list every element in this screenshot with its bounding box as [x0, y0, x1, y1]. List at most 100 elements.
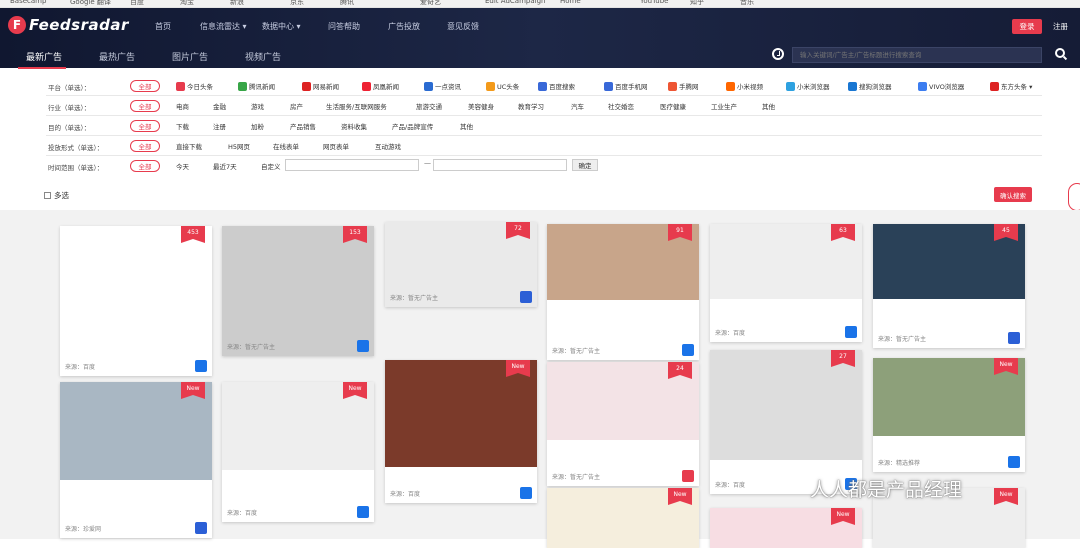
confirm-search-button[interactable]: 确认搜索	[994, 187, 1032, 202]
tab-item[interactable]: 最热广告	[99, 50, 135, 63]
clock-icon[interactable]	[772, 48, 784, 60]
filter-option[interactable]: 加粉	[251, 121, 264, 131]
filter-option[interactable]: 直接下载	[176, 141, 202, 151]
checkbox-icon[interactable]	[44, 192, 51, 199]
filter-option[interactable]: 网页表单	[323, 141, 349, 151]
ad-card[interactable]: 暂无标题来源：暂无广告主72	[385, 222, 537, 307]
filter-all-button[interactable]: 全部	[130, 160, 160, 172]
filter-option[interactable]: 东方头条 ▾	[990, 81, 1032, 91]
ad-card[interactable]: 张家界旅游攻略来源：暂无广告主45	[873, 224, 1025, 348]
filter-all-button[interactable]: 全部	[130, 120, 160, 132]
nav-item[interactable]: 首页	[155, 21, 171, 32]
filter-option[interactable]: 房产	[290, 101, 303, 111]
filter-option[interactable]: 今日头条	[176, 81, 213, 91]
filter-option[interactable]: 在线表单	[273, 141, 299, 151]
bookmark-item[interactable]: Basecamp	[10, 0, 46, 5]
nav-item[interactable]: 意见反馈	[447, 21, 479, 32]
filter-option[interactable]: 百度手机网	[604, 81, 648, 91]
filter-option[interactable]: 小米视频	[726, 81, 763, 91]
filter-option[interactable]: 凤凰新闻	[362, 81, 399, 91]
filter-option[interactable]: 教育学习	[518, 101, 544, 111]
bookmark-item[interactable]: Edit AdCampaign	[485, 0, 545, 5]
filter-option[interactable]: 小米浏览器	[786, 81, 830, 91]
filter-option[interactable]: 注册	[213, 121, 226, 131]
ad-card[interactable]: 换一颗牙多少钱来源：百度New	[222, 382, 374, 522]
date-ok-button[interactable]: 确定	[572, 159, 598, 171]
nav-item[interactable]: 问答帮助	[328, 21, 360, 32]
multi-select-toggle[interactable]: 多选	[44, 190, 69, 201]
filter-option[interactable]: 腾讯新闻	[238, 81, 275, 91]
ad-card[interactable]: 什么人不能吃海参来源：百度27	[710, 350, 862, 494]
filter-option[interactable]: 社交婚恋	[608, 101, 634, 111]
filter-option[interactable]: 一点资讯	[424, 81, 461, 91]
bookmark-item[interactable]: 新浪	[230, 0, 244, 7]
filter-option[interactable]: 医疗健康	[660, 101, 686, 111]
start-date-input[interactable]	[285, 159, 419, 171]
search-input[interactable]	[792, 47, 1042, 63]
bookmark-item[interactable]: 淘宝	[180, 0, 194, 7]
filter-option[interactable]: 生活服务/互联网服务	[326, 101, 387, 111]
filter-option[interactable]: 互动游戏	[375, 141, 401, 151]
filter-option[interactable]: 美容健身	[468, 101, 494, 111]
ad-card[interactable]: 33岁机长，杭州两套房，找个本科以上对象，有上进心可联系来源：珍爱网New	[60, 382, 212, 538]
filter-option[interactable]: 工业生产	[711, 101, 737, 111]
bookmark-item[interactable]: Google 翻译	[70, 0, 111, 7]
filter-option[interactable]: 产品销售	[290, 121, 316, 131]
filter-all-button[interactable]: 全部	[130, 100, 160, 112]
ad-card[interactable]: 坚持每天喝枸杞泡水会怎样?来源：百度453	[60, 226, 212, 376]
bookmark-item[interactable]: 爱奇艺	[420, 0, 441, 7]
logo[interactable]: F Feedsradar	[8, 14, 129, 36]
filter-option[interactable]: VIVO浏览器	[918, 81, 964, 91]
filter-option[interactable]: 网易新闻	[302, 81, 339, 91]
nav-item[interactable]: 信息流雷达 ▾	[200, 21, 247, 32]
ad-card[interactable]: 红枣枸杞的作用来源：百度New	[385, 360, 537, 503]
filter-option[interactable]: H5网页	[228, 141, 250, 151]
filter-divider	[46, 155, 1042, 156]
login-button[interactable]: 登录	[1012, 19, 1042, 34]
filter-option[interactable]: 金融	[213, 101, 226, 111]
tab-item[interactable]: 视频广告	[245, 50, 281, 63]
filter-option[interactable]: 资料收集	[341, 121, 367, 131]
side-float-tab[interactable]	[1068, 183, 1080, 211]
search-icon[interactable]	[1055, 48, 1065, 58]
filter-all-button[interactable]: 全部	[130, 140, 160, 152]
filter-option[interactable]: 其他	[460, 121, 473, 131]
filter-option[interactable]: 汽车	[571, 101, 584, 111]
ad-card[interactable]: 和明胜帝储真别 跳迪拉克XT4 先享一步来源：暂无广告主24	[547, 362, 699, 486]
filter-option[interactable]: 百度搜索	[538, 81, 575, 91]
filter-option[interactable]: 今天	[176, 161, 189, 171]
nav-item[interactable]: 广告投放	[388, 21, 420, 32]
ad-card[interactable]: 正在为官司发愁的注意：专业律师为您解决法律问题，免去一切后顾之忧！来源：暂无广告…	[547, 224, 699, 360]
bookmark-item[interactable]: Home	[560, 0, 581, 5]
filter-option[interactable]: 下载	[176, 121, 189, 131]
filter-option[interactable]: 游戏	[251, 101, 264, 111]
nav-item[interactable]: 数据中心 ▾	[262, 21, 301, 32]
filter-option[interactable]: 电商	[176, 101, 189, 111]
bookmark-item[interactable]: 百度	[130, 0, 144, 7]
ad-card[interactable]: 五年前，她被拍婚进豪家，婆婆不喜，丈夫不爱，自此受尽冷遇，落得四处奔波来源：暂无…	[222, 226, 374, 356]
filter-option[interactable]: 产品/品牌宣传	[392, 121, 433, 131]
bookmark-item[interactable]: 腾讯	[340, 0, 354, 7]
filter-option[interactable]: 其他	[762, 101, 775, 111]
tab-item[interactable]: 最新广告	[26, 50, 62, 63]
filter-option[interactable]: 旅游交通	[416, 101, 442, 111]
bookmark-item[interactable]: 知乎	[690, 0, 704, 7]
ad-card[interactable]: 关于风油精的10个你不知道的小妙用来源：百度63	[710, 224, 862, 342]
filter-option[interactable]: 手腾网	[668, 81, 699, 91]
ad-image[interactable]	[222, 226, 374, 356]
filter-option[interactable]: 自定义	[261, 161, 281, 171]
ad-card[interactable]: New	[547, 488, 699, 548]
filter-option[interactable]: 搜狗浏览器	[848, 81, 892, 91]
bookmark-item[interactable]: YouTube	[640, 0, 668, 5]
filter-option[interactable]: UC头条	[486, 81, 519, 91]
end-date-input[interactable]	[433, 159, 567, 171]
filter-all-button[interactable]: 全部	[130, 80, 160, 92]
bookmark-item[interactable]: 音乐	[740, 0, 754, 7]
bookmark-item[interactable]: 京东	[290, 0, 304, 7]
ad-card[interactable]: New	[710, 508, 862, 548]
ad-image[interactable]	[60, 226, 212, 356]
register-link[interactable]: 注册	[1053, 21, 1068, 32]
tab-item[interactable]: 图片广告	[172, 50, 208, 63]
ad-card[interactable]: 黔中好玩吗黔中在哪里来源：精选推荐New	[873, 358, 1025, 472]
filter-option[interactable]: 最近7天	[213, 161, 237, 171]
